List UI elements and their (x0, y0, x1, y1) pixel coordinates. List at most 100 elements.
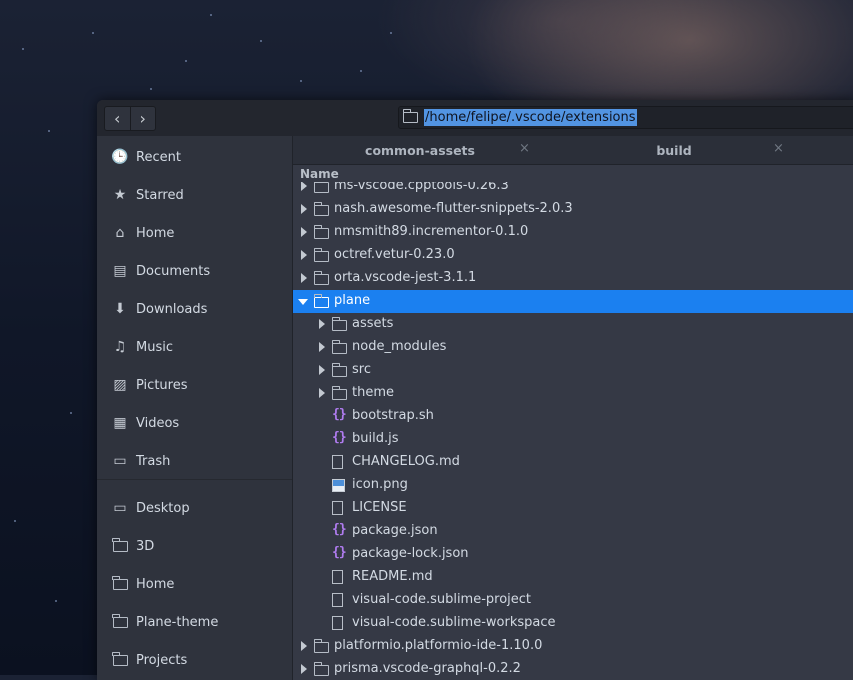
sidebar-item-home[interactable]: ⌂ Home (97, 214, 292, 252)
folder-row[interactable]: node_modules (293, 336, 853, 359)
folder-row[interactable]: plane (293, 290, 853, 313)
close-icon[interactable]: × (773, 141, 784, 156)
home-icon: ⌂ (115, 225, 125, 241)
back-button[interactable]: ‹ (105, 107, 130, 130)
sidebar-item-trash[interactable]: ▭ Trash (97, 442, 292, 480)
folder-icon (313, 182, 329, 193)
expander-closed-icon[interactable] (301, 273, 307, 283)
sidebar-item-pictures[interactable]: ▨ Pictures (97, 366, 292, 404)
folder-row[interactable]: prisma.vscode-graphql-0.2.2 (293, 658, 853, 680)
text-file-icon (332, 593, 343, 607)
file-row[interactable]: visual-code.sublime-project (293, 589, 853, 612)
expander-closed-icon[interactable] (301, 664, 307, 674)
file-name: octref.vetur-0.23.0 (334, 247, 455, 262)
star (22, 48, 24, 50)
expander-closed-icon[interactable] (319, 319, 325, 329)
file-row[interactable]: CHANGELOG.md (293, 451, 853, 474)
forward-button[interactable]: › (129, 107, 156, 130)
folder-row[interactable]: theme (293, 382, 853, 405)
expander-open-icon[interactable] (298, 299, 308, 305)
star-icon: ★ (113, 187, 127, 203)
expander-closed-icon[interactable] (301, 250, 307, 260)
star (150, 88, 152, 90)
file-name: ms-vscode.cpptools-0.26.3 (334, 182, 509, 193)
folder-row[interactable]: octref.vetur-0.23.0 (293, 244, 853, 267)
folder-row[interactable]: orta.vscode-jest-3.1.1 (293, 267, 853, 290)
sidebar-item-label: Documents (136, 263, 211, 279)
file-row[interactable]: {} build.js (293, 428, 853, 451)
code-file-icon: {} (332, 522, 347, 537)
folder-row[interactable]: assets (293, 313, 853, 336)
location-entry[interactable]: /home/felipe/.vscode/extensions (398, 106, 853, 129)
pictures-icon: ▨ (113, 377, 127, 393)
folder-icon (313, 639, 329, 653)
tab-build[interactable]: build × (547, 136, 801, 164)
expander-closed-icon[interactable] (301, 641, 307, 651)
file-list: ms-vscode.cpptools-0.26.3 nash.awesome-fl… (293, 182, 853, 680)
folder-row[interactable]: nmsmith89.incrementor-0.1.0 (293, 221, 853, 244)
sidebar-item-3d[interactable]: 3D (97, 527, 292, 565)
star (14, 520, 16, 522)
expander-closed-icon[interactable] (301, 227, 307, 237)
sidebar-item-label: Plane-theme (136, 614, 219, 630)
code-file-icon: {} (332, 545, 347, 560)
file-row[interactable]: LICENSE (293, 497, 853, 520)
folder-row[interactable]: platformio.platformio-ide-1.10.0 (293, 635, 853, 658)
chevron-left-icon: ‹ (114, 108, 121, 128)
sidebar-item-label: Recent (136, 149, 181, 165)
file-row[interactable]: {} package.json (293, 520, 853, 543)
sidebar-item-projects[interactable]: Projects (97, 641, 292, 679)
sidebar-item-label: Desktop (136, 500, 190, 516)
code-file-icon: {} (332, 430, 347, 445)
star (70, 412, 72, 414)
folder-row[interactable]: nash.awesome-flutter-snippets-2.0.3 (293, 198, 853, 221)
tab-common-assets[interactable]: common-assets × (293, 136, 547, 164)
sidebar-item-label: Pictures (136, 377, 188, 393)
file-name: build.js (352, 431, 399, 446)
file-row[interactable]: README.md (293, 566, 853, 589)
expander-closed-icon[interactable] (319, 388, 325, 398)
star (92, 32, 94, 34)
folder-row[interactable]: src (293, 359, 853, 382)
file-name: node_modules (352, 339, 447, 354)
sidebar-item-desktop[interactable]: ▭ Desktop (97, 489, 292, 527)
desktop-icon: ▭ (113, 500, 127, 516)
folder-icon (331, 340, 347, 354)
expander-closed-icon[interactable] (301, 182, 307, 191)
expander-closed-icon[interactable] (319, 365, 325, 375)
folder-icon (331, 317, 347, 331)
sidebar-item-music[interactable]: ♫ Music (97, 328, 292, 366)
sidebar-item-label: Home (136, 576, 175, 592)
sidebar-item-downloads[interactable]: ⬇ Downloads (97, 290, 292, 328)
file-name: prisma.vscode-graphql-0.2.2 (334, 661, 521, 676)
folder-row[interactable]: ms-vscode.cpptools-0.26.3 (293, 182, 853, 198)
music-icon: ♫ (113, 339, 127, 355)
sidebar-item-label: Downloads (136, 301, 208, 317)
location-text[interactable]: /home/felipe/.vscode/extensions (424, 109, 637, 126)
file-row[interactable]: {} package-lock.json (293, 543, 853, 566)
sidebar-item-videos[interactable]: ▦ Videos (97, 404, 292, 442)
chevron-right-icon: › (139, 108, 146, 128)
file-row[interactable]: {} bootstrap.sh (293, 405, 853, 428)
sidebar-item-documents[interactable]: ▤ Documents (97, 252, 292, 290)
file-name: CHANGELOG.md (352, 454, 460, 469)
sidebar-item-recent[interactable]: 🕒 Recent (97, 138, 292, 176)
star (48, 130, 50, 132)
text-file-icon (332, 570, 343, 584)
file-name: nash.awesome-flutter-snippets-2.0.3 (334, 201, 573, 216)
file-name: visual-code.sublime-workspace (352, 615, 556, 630)
file-row[interactable]: icon.png (293, 474, 853, 497)
text-file-icon (332, 455, 343, 469)
file-row[interactable]: visual-code.sublime-workspace (293, 612, 853, 635)
folder-icon (331, 363, 347, 377)
sidebar-item-home[interactable]: Home (97, 565, 292, 603)
expander-closed-icon[interactable] (319, 342, 325, 352)
sidebar-item-plane-theme[interactable]: Plane-theme (97, 603, 292, 641)
sidebar-item-label: Videos (136, 415, 180, 431)
trash-icon: ▭ (113, 453, 127, 469)
close-icon[interactable]: × (519, 141, 530, 156)
folder-icon (313, 248, 329, 262)
expander-closed-icon[interactable] (301, 204, 307, 214)
sidebar-item-starred[interactable]: ★ Starred (97, 176, 292, 214)
file-name: theme (352, 385, 394, 400)
